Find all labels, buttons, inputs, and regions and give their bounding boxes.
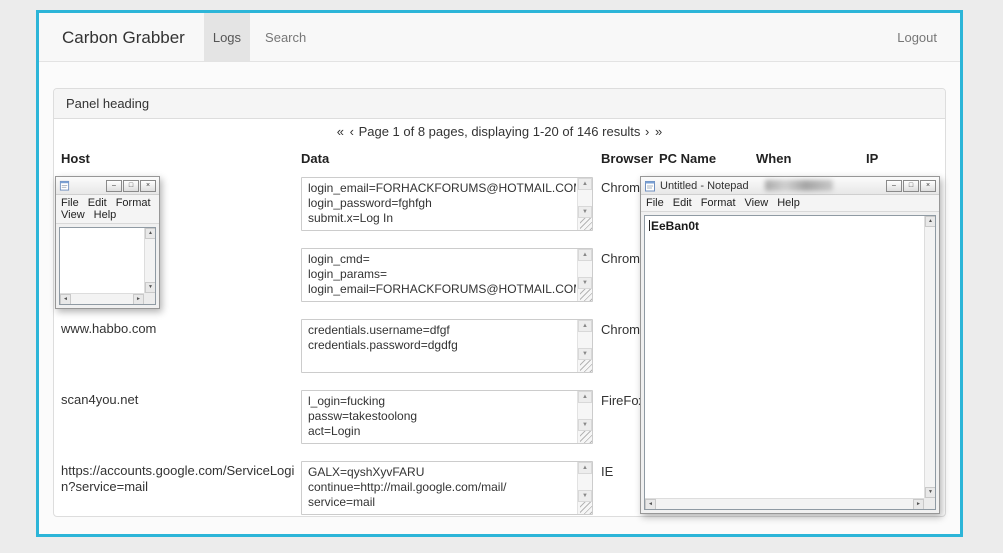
scroll-down-icon[interactable]: ▼ [145,282,155,293]
resize-grip-icon[interactable] [580,502,592,514]
menu-view[interactable]: View [61,209,85,221]
scroll-up-icon[interactable]: ▲ [578,249,592,261]
data-textarea-text: login_cmd= login_params= login_email=FOR… [308,252,576,296]
column-header-host: Host [61,151,90,166]
window-titlebar[interactable]: Untitled - Notepad – □ × [641,177,939,195]
host-cell: www.habbo.com [61,321,157,336]
scroll-up-icon[interactable]: ▲ [578,462,592,474]
notepad-window-large[interactable]: Untitled - Notepad – □ × File Edit Forma… [640,176,940,514]
scrollbar-corner [924,498,935,509]
data-cell: credentials.username=dfgf credentials.pa… [301,319,593,373]
tab-search[interactable]: Search [256,13,315,61]
data-textarea[interactable]: login_cmd= login_params= login_email=FOR… [301,248,593,302]
resize-grip-icon[interactable] [580,360,592,372]
menu-format[interactable]: Format [116,197,151,209]
table-header: Host Data Browser PC Name When IP [54,151,945,171]
navbar: Carbon Grabber Logs Search Logout [39,13,960,62]
notepad-menubar: File Edit Format View Help [56,195,159,224]
text-cursor-icon [649,220,650,231]
last-page-link[interactable]: » [654,124,663,139]
scroll-up-icon[interactable]: ▲ [145,228,155,239]
window-title: Untitled - Notepad [660,179,749,192]
scroll-up-icon[interactable]: ▲ [578,320,592,332]
panel-heading: Panel heading [54,89,945,119]
menu-view[interactable]: View [745,197,769,209]
scroll-down-icon[interactable]: ▼ [578,419,592,431]
notepad-icon [645,180,655,191]
data-cell: l_ogin=fucking passw=takestoolong act=Lo… [301,390,593,444]
scroll-up-icon[interactable]: ▲ [925,216,935,227]
prev-page-link[interactable]: ‹ [349,124,355,139]
menu-edit[interactable]: Edit [88,197,107,209]
tab-logs[interactable]: Logs [203,13,251,61]
column-header-browser: Browser [601,151,654,166]
scroll-down-icon[interactable]: ▼ [578,206,592,218]
window-controls: – □ × [886,179,936,192]
resize-grip-icon[interactable] [580,289,592,301]
notepad-text[interactable]: EeBan0t [645,216,923,497]
scroll-up-icon[interactable]: ▲ [578,391,592,403]
window-controls: – □ × [106,179,156,192]
column-header-pc-name: PC Name [659,151,717,166]
next-page-link[interactable]: › [644,124,650,139]
brand: Carbon Grabber [62,28,185,47]
notepad-text-area[interactable]: EeBan0t ▲ ▼ ◄ ► [644,215,936,510]
vertical-scrollbar[interactable]: ▲ ▼ [144,228,155,293]
window-titlebar[interactable]: – □ × [56,177,159,195]
pagination: « ‹ Page 1 of 8 pages, displaying 1-20 o… [54,123,945,141]
notepad-menubar: File Edit Format View Help [641,195,939,212]
column-header-data: Data [301,151,330,166]
scroll-right-icon[interactable]: ► [913,499,924,509]
horizontal-scrollbar[interactable]: ◄ ► [645,498,924,509]
scroll-left-icon[interactable]: ◄ [645,499,656,509]
menu-help[interactable]: Help [777,197,800,209]
minimize-button-icon[interactable]: – [106,179,122,192]
menu-help[interactable]: Help [94,209,117,221]
scroll-down-icon[interactable]: ▼ [578,277,592,289]
notepad-icon [59,180,70,191]
resize-grip-icon[interactable] [580,431,592,443]
scroll-left-icon[interactable]: ◄ [60,294,71,304]
host-cell: https://accounts.google.com/ServiceLogin… [61,463,295,494]
logout-link[interactable]: Logout [874,13,960,61]
scroll-down-icon[interactable]: ▼ [578,490,592,502]
minimize-button-icon[interactable]: – [886,179,902,192]
data-textarea-text: GALX=qyshXyvFARU continue=http://mail.go… [308,465,507,509]
scroll-up-icon[interactable]: ▲ [578,178,592,190]
data-textarea-text: login_email=FORHACKFORUMS@HOTMAIL.COM lo… [308,181,576,225]
redacted-blur [764,180,833,191]
column-header-when: When [756,151,792,166]
menu-file[interactable]: File [61,197,79,209]
notepad-text-value: EeBan0t [651,219,700,233]
data-textarea[interactable]: login_email=FORHACKFORUMS@HOTMAIL.COM lo… [301,177,593,231]
data-textarea-text: l_ogin=fucking passw=takestoolong act=Lo… [308,394,418,438]
menu-file[interactable]: File [646,197,664,209]
scroll-down-icon[interactable]: ▼ [925,487,935,498]
scroll-down-icon[interactable]: ▼ [578,348,592,360]
maximize-button-icon[interactable]: □ [903,179,919,192]
menu-format[interactable]: Format [701,197,736,209]
data-cell: GALX=qyshXyvFARU continue=http://mail.go… [301,461,593,515]
pagination-summary: Page 1 of 8 pages, displaying 1-20 of 14… [358,124,641,139]
column-header-ip: IP [866,151,879,166]
vertical-scrollbar[interactable]: ▲ ▼ [924,216,935,498]
host-cell: scan4you.net [61,392,139,407]
close-button-icon[interactable]: × [920,179,936,192]
scrollbar-corner [144,293,155,304]
resize-grip-icon[interactable] [580,218,592,230]
data-textarea[interactable]: GALX=qyshXyvFARU continue=http://mail.go… [301,461,593,515]
notepad-text-area[interactable]: ▲ ▼ ◄ ► [59,227,156,305]
horizontal-scrollbar[interactable]: ◄ ► [60,293,144,304]
notepad-window-small[interactable]: – □ × File Edit Format View Help ▲ ▼ ◄ ► [55,176,160,309]
scroll-right-icon[interactable]: ► [133,294,144,304]
menu-edit[interactable]: Edit [673,197,692,209]
data-cell: login_cmd= login_params= login_email=FOR… [301,248,593,302]
close-button-icon[interactable]: × [140,179,156,192]
maximize-button-icon[interactable]: □ [123,179,139,192]
data-textarea[interactable]: l_ogin=fucking passw=takestoolong act=Lo… [301,390,593,444]
data-textarea[interactable]: credentials.username=dfgf credentials.pa… [301,319,593,373]
data-textarea-text: credentials.username=dfgf credentials.pa… [308,323,458,352]
first-page-link[interactable]: « [336,124,345,139]
data-cell: login_email=FORHACKFORUMS@HOTMAIL.COM lo… [301,177,593,231]
